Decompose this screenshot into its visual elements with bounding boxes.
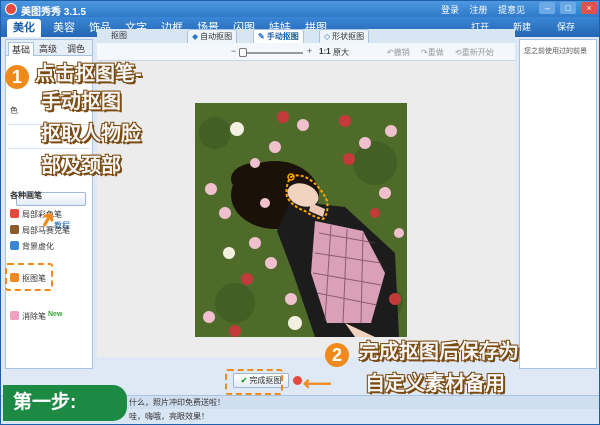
shape-cutout-icon: ◇ <box>324 32 331 41</box>
cutout-label: 抠图 <box>111 31 127 40</box>
close-icon[interactable]: × <box>581 2 597 14</box>
zoom-1-1-button[interactable]: 1:1 <box>319 47 331 56</box>
tab-auto-cutout[interactable]: ◆ 自动抠图 <box>187 29 238 43</box>
undo-label: 撤销 <box>393 48 410 57</box>
tab-label: 手动抠图 <box>266 32 299 41</box>
original-size-button[interactable]: 原大 <box>333 47 349 58</box>
mosaic-icon <box>10 225 19 234</box>
recent-foreground-title: 您之前使用过的前景 <box>524 48 587 55</box>
new-button[interactable]: 新建 <box>513 20 531 33</box>
right-panel: 您之前使用过的前景 <box>519 39 597 369</box>
left-subtabs: 基础 高级 调色 <box>6 40 92 56</box>
divider <box>8 148 90 149</box>
cutout-pen-highlight <box>5 263 53 291</box>
step-2-arrow-icon: ⟵ <box>303 373 332 395</box>
tool-eraser[interactable]: 消除笔 New <box>10 308 62 322</box>
red-dot-icon <box>293 376 302 385</box>
step-2-badge: 2 <box>325 343 349 367</box>
minimize-icon[interactable]: – <box>539 2 556 14</box>
restart-label: 重新开始 <box>461 48 494 57</box>
step-1-line-3: 抠取人物脸 <box>41 123 141 145</box>
tab-label: 形状抠图 <box>332 32 365 41</box>
top-links: 登录 注册 提意见 <box>441 3 533 16</box>
tool-mosaic[interactable]: 局部马赛克笔 <box>10 224 70 238</box>
tab-meirong[interactable]: 美容 <box>47 19 81 37</box>
subtab-color[interactable]: 调色 <box>64 42 88 56</box>
save-button[interactable]: 保存 <box>557 20 575 33</box>
app-title: 美图秀秀 3.1.5 <box>21 7 87 18</box>
feedback-link[interactable]: 提意见 <box>498 5 525 15</box>
auto-cutout-icon: ◆ <box>192 32 199 41</box>
app-window: 美图秀秀 3.1.5 登录 注册 提意见 – □ × 美化 美容 饰品 文字 边… <box>0 0 600 425</box>
subtab-advanced[interactable]: 高级 <box>36 42 60 56</box>
zoom-slider-handle[interactable] <box>239 48 247 57</box>
tool-label: 消除笔 <box>22 312 46 321</box>
window-controls: – □ × <box>537 2 597 14</box>
eraser-icon <box>10 311 19 320</box>
tab-manual-cutout[interactable]: ✎ 手动抠图 <box>253 29 304 43</box>
color-pen-icon <box>10 209 19 218</box>
app-logo-icon <box>5 3 17 15</box>
zoom-in-icon[interactable]: + <box>307 46 312 56</box>
editor-canvas[interactable] <box>97 61 515 357</box>
photo-image[interactable] <box>195 103 407 337</box>
brush-section-title: 各种画笔 <box>10 191 42 200</box>
redo-button[interactable]: ↷重做 <box>421 47 444 58</box>
login-link[interactable]: 登录 <box>441 5 459 15</box>
maximize-icon[interactable]: □ <box>560 2 577 14</box>
status-text-2[interactable]: 哇，嗨哦，亮眼效果！ <box>129 411 209 422</box>
register-link[interactable]: 注册 <box>470 5 488 15</box>
step-2-line-2: 自定义素材备用 <box>365 373 505 395</box>
tab-label: 自动抠图 <box>200 32 233 41</box>
title-bar: 美图秀秀 3.1.5 登录 注册 提意见 – □ × <box>1 1 599 18</box>
tab-meihua[interactable]: 美化 <box>7 19 41 37</box>
tab-shape-cutout[interactable]: ◇ 形状抠图 <box>319 29 370 43</box>
step-1-line-2: 手动抠图 <box>41 91 121 113</box>
subtab-basic[interactable]: 基础 <box>8 42 35 56</box>
zoom-out-icon[interactable]: − <box>231 46 236 56</box>
step-label: 第一步: <box>3 385 127 421</box>
zoom-slider[interactable] <box>243 52 303 54</box>
status-text-1[interactable]: 什么，照片冲印免费送啦！ <box>129 397 225 408</box>
blur-icon <box>10 241 19 250</box>
cutout-tabs: 抠图 ◆ 自动抠图 ✎ 手动抠图 ◇ 形状抠图 <box>97 29 515 43</box>
finish-button-highlight <box>225 369 283 395</box>
manual-cutout-icon: ✎ <box>258 32 265 41</box>
new-badge: New <box>48 311 63 318</box>
step-2-line-1: 完成抠图后保存为 <box>359 341 519 363</box>
step-1-line-1: 点击抠图笔- <box>35 63 142 85</box>
redo-label: 重做 <box>427 48 444 57</box>
undo-button[interactable]: ↶撤销 <box>387 47 410 58</box>
step-1-badge: 1 <box>5 65 29 89</box>
tool-label: 背景虚化 <box>22 242 54 251</box>
partial-label: 色 <box>10 106 18 115</box>
tool-blur[interactable]: 背景虚化 <box>10 240 54 254</box>
step-1-line-4: 部及颈部 <box>41 155 121 177</box>
editor-toolbar: − + 1:1 原大 ↶撤销 ↷重做 ⟲重新开始 <box>97 43 515 61</box>
restart-button[interactable]: ⟲重新开始 <box>455 47 494 58</box>
